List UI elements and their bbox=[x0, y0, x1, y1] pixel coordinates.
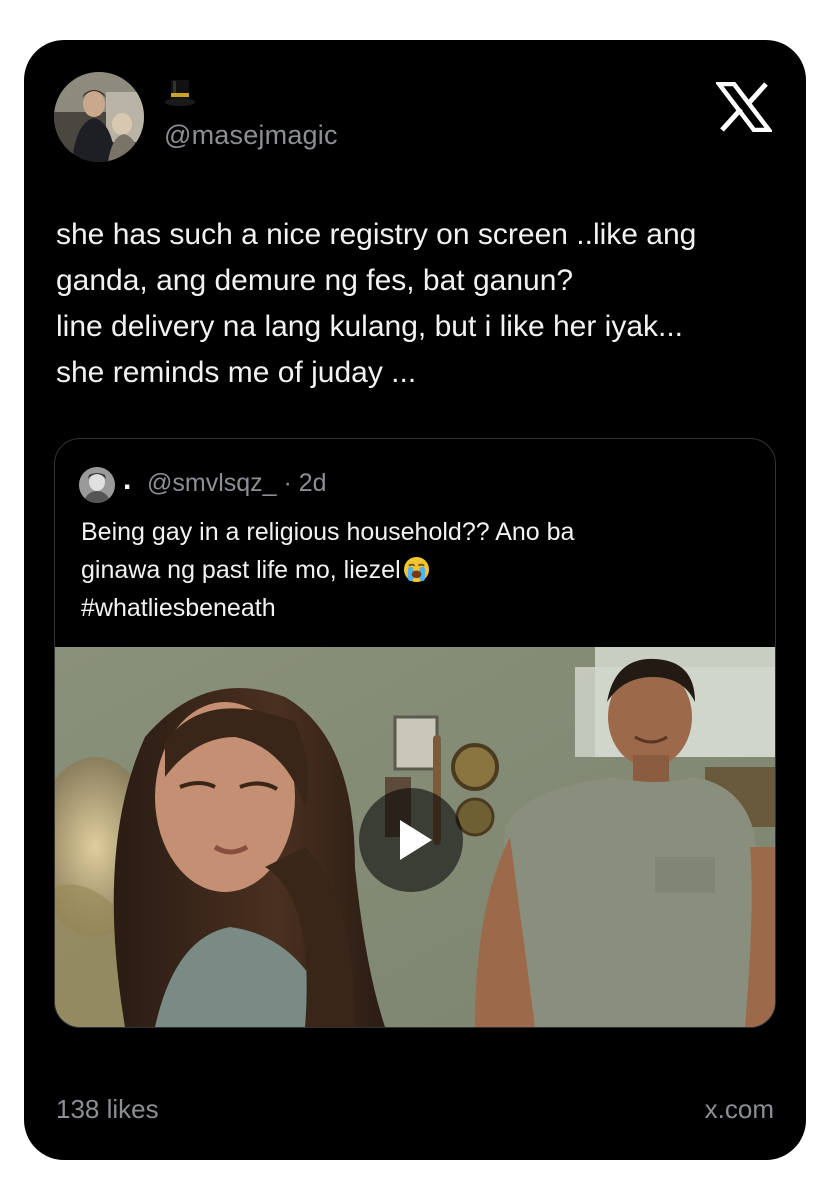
quoted-author-avatar[interactable] bbox=[79, 467, 115, 503]
quoted-line: ginawa ng past life mo, liezel bbox=[81, 556, 401, 584]
post-line: she has such a nice registry on screen .… bbox=[56, 218, 697, 251]
post-line: she reminds me of juday ... bbox=[56, 356, 417, 389]
quoted-hashtag[interactable]: #whatliesbeneath bbox=[81, 589, 761, 627]
quoted-line-with-emoji: ginawa ng past life mo, liezel bbox=[81, 551, 761, 589]
post-text: she has such a nice registry on screen .… bbox=[56, 212, 786, 396]
author-handle[interactable]: @masejmagic bbox=[164, 120, 338, 151]
post-line: ganda, ang demure ng fes, bat ganun? bbox=[56, 264, 574, 297]
quoted-line: Being gay in a religious household?? Ano… bbox=[81, 518, 575, 546]
author-avatar[interactable] bbox=[54, 72, 144, 162]
quoted-display-name: . bbox=[123, 463, 132, 496]
quoted-post[interactable]: . @smvlsqz_ · 2d Being gay in a religiou… bbox=[54, 438, 776, 1028]
x-logo-icon bbox=[716, 82, 772, 132]
top-hat-icon bbox=[165, 80, 195, 106]
video-thumbnail[interactable] bbox=[55, 647, 775, 1027]
post-line: line delivery na lang kulang, but i like… bbox=[56, 310, 684, 343]
loudly-crying-face-icon bbox=[403, 556, 429, 583]
likes-count: 138 likes bbox=[56, 1094, 159, 1124]
source-domain: x.com bbox=[704, 1094, 774, 1124]
quoted-text: Being gay in a religious household?? Ano… bbox=[81, 513, 761, 627]
play-icon[interactable] bbox=[358, 787, 464, 893]
quoted-handle-time[interactable]: @smvlsqz_ · 2d bbox=[147, 469, 327, 498]
tweet-card: @masejmagic she has such a nice registry… bbox=[24, 40, 806, 1160]
